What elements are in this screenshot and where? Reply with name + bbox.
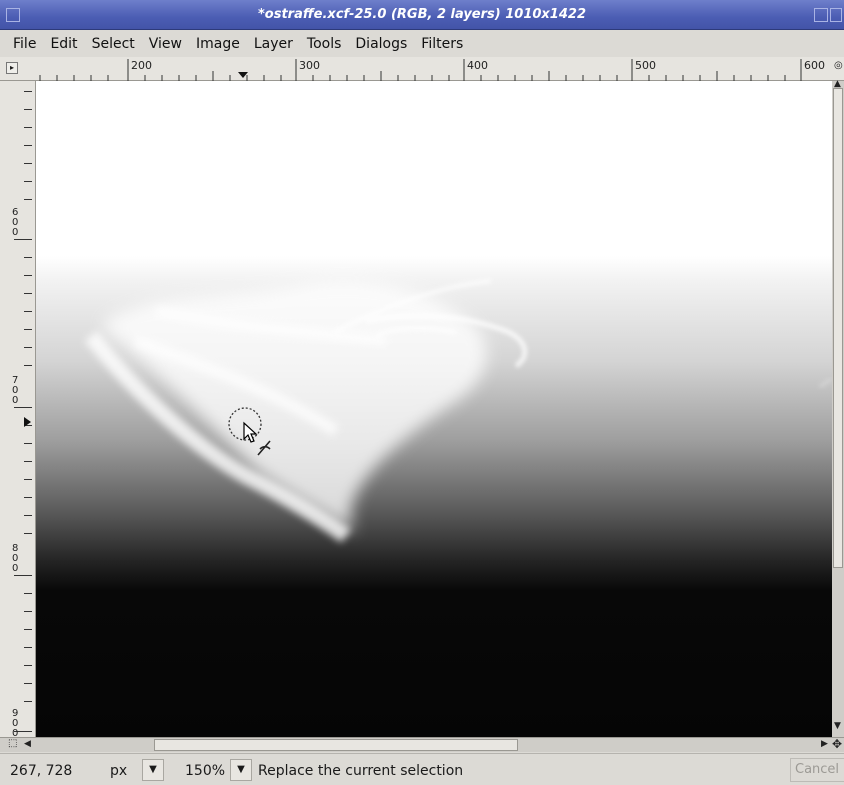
- arrow-right-icon[interactable]: ▶: [821, 739, 828, 749]
- chevron-down-icon: ▼: [149, 764, 157, 775]
- ruler-corner-menu-button[interactable]: ▸: [6, 62, 18, 74]
- horizontal-ruler[interactable]: [0, 57, 844, 81]
- menu-view[interactable]: View: [142, 36, 189, 52]
- vertical-scrollbar-thumb[interactable]: [833, 88, 843, 568]
- ruler-label: 400: [467, 59, 488, 72]
- menu-edit[interactable]: Edit: [43, 36, 84, 52]
- status-bar: 267, 728 px ▼ 150% ▼ Replace the current…: [0, 753, 844, 785]
- ruler-label: 600: [12, 207, 19, 238]
- horizontal-scrollbar-thumb[interactable]: [154, 739, 518, 751]
- status-message: Replace the current selection: [258, 763, 464, 779]
- menu-tools[interactable]: Tools: [300, 36, 349, 52]
- menu-dialogs[interactable]: Dialogs: [348, 36, 414, 52]
- cancel-button[interactable]: Cancel: [790, 758, 844, 782]
- arrow-down-icon[interactable]: ▼: [834, 721, 841, 731]
- ruler-label: 900: [12, 708, 19, 739]
- triangle-right-icon: ▸: [9, 63, 14, 72]
- free-select-cursor-icon: [228, 407, 271, 456]
- zoom-dropdown-button[interactable]: ▼: [230, 759, 252, 781]
- ruler-label: 200: [131, 59, 152, 72]
- menu-select[interactable]: Select: [85, 36, 142, 52]
- menu-layer[interactable]: Layer: [247, 36, 300, 52]
- ruler-label: 600: [804, 59, 825, 72]
- menu-bar: File Edit Select View Image Layer Tools …: [0, 31, 844, 57]
- quickmask-icon[interactable]: ⬚: [8, 738, 17, 749]
- ruler-label: 700: [12, 375, 19, 406]
- ruler-label: 300: [299, 59, 320, 72]
- vertical-scrollbar[interactable]: ▲ ▼: [832, 79, 844, 737]
- window-title: *ostraffe.xcf-25.0 (RGB, 2 layers) 1010x…: [257, 7, 586, 22]
- navigate-icon[interactable]: ✥: [832, 737, 842, 751]
- zoom-toggle-icon[interactable]: ◎: [834, 60, 844, 78]
- unit-dropdown-button[interactable]: ▼: [142, 759, 164, 781]
- arrow-left-icon[interactable]: ◀: [24, 739, 31, 749]
- menu-file[interactable]: File: [6, 36, 43, 52]
- minimize-icon[interactable]: [814, 8, 828, 22]
- title-bar: *ostraffe.xcf-25.0 (RGB, 2 layers) 1010x…: [0, 0, 844, 30]
- image-canvas[interactable]: [36, 81, 832, 737]
- pointer-position-marker-icon: [24, 417, 31, 427]
- menu-filters[interactable]: Filters: [414, 36, 470, 52]
- ruler-label: 800: [12, 543, 19, 574]
- close-icon[interactable]: [830, 8, 842, 22]
- vertical-ruler[interactable]: 600 700 800 900: [0, 81, 36, 739]
- pointer-coordinates: 267, 728: [10, 763, 73, 779]
- menu-image[interactable]: Image: [189, 36, 247, 52]
- chevron-down-icon: ▼: [237, 764, 245, 775]
- horizontal-scrollbar[interactable]: ⬚ ◀ ▶ ✥: [0, 737, 844, 752]
- zoom-level[interactable]: 150%: [185, 763, 225, 779]
- ruler-label: 500: [635, 59, 656, 72]
- bird-image: [84, 279, 832, 543]
- unit-selector-value[interactable]: px: [110, 763, 127, 779]
